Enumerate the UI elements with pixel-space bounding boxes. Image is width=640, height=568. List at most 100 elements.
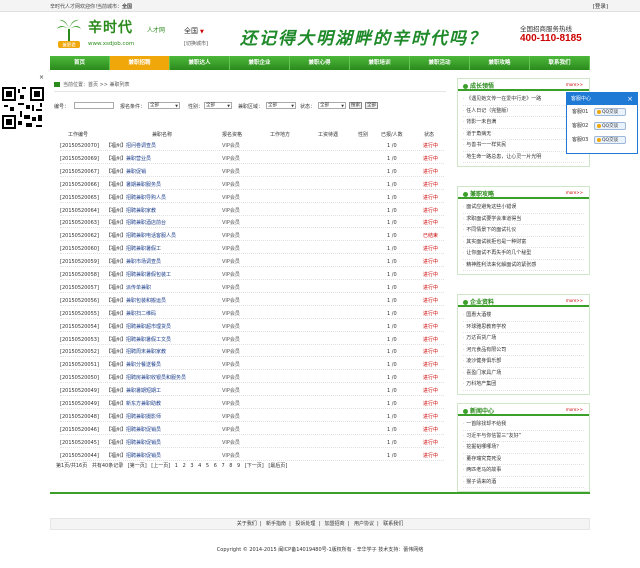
job-title[interactable]: 【福州】兼职市场调查员: [106, 257, 161, 267]
job-title[interactable]: 【福州】招聘兼职暑假包装工: [106, 270, 171, 280]
nav-activities[interactable]: 兼职活动: [410, 56, 470, 70]
city-value[interactable]: 全国: [122, 4, 132, 10]
page-4[interactable]: 4: [198, 463, 201, 469]
table-row[interactable]: [20150520052] 【福州】招聘周末兼职家教 VIP会员 1 /0 进行中: [60, 347, 444, 358]
qq-chat-button[interactable]: QQ交谈: [594, 108, 626, 116]
table-row[interactable]: [20150520045] 【福州】招聘兼职促销员 VIP会员 1 /0 进行中: [60, 438, 444, 448]
breadcrumb-text[interactable]: 当前位置：首页 >> 兼职列表: [63, 82, 130, 88]
page-1[interactable]: 1: [175, 463, 178, 469]
page-9[interactable]: 9: [237, 463, 240, 469]
last-page-link[interactable]: [最后页]: [268, 463, 287, 469]
job-title[interactable]: 【福州】招聘周末兼职家教: [106, 347, 166, 357]
list-item[interactable]: 董存瑞究竟死没: [463, 454, 584, 465]
list-item[interactable]: 凌沙健身俱乐部: [463, 356, 584, 368]
table-row[interactable]: [20150520064] 【福州】招聘兼职家教 VIP会员 1 /0 进行中: [60, 206, 444, 216]
sidebar-companies-more[interactable]: more>>: [566, 298, 583, 303]
table-row[interactable]: [20150520048] 【福州】招聘兼职摄影师 VIP会员 1 /0 进行中: [60, 412, 444, 422]
list-item[interactable]: 精神胜利法来化解面试的紧张感: [463, 260, 584, 271]
page-3[interactable]: 3: [190, 463, 193, 469]
type-select[interactable]: 全部 ▼: [148, 102, 180, 109]
job-title[interactable]: 【福州】新东方兼职助教: [106, 399, 161, 409]
job-title[interactable]: 【福州】兼职扫二维码: [106, 309, 156, 319]
nav-training[interactable]: 兼职培训: [350, 56, 410, 70]
status-select[interactable]: 全部 ▼: [318, 102, 346, 109]
footer-link[interactable]: 新手指南: [263, 521, 289, 527]
table-row[interactable]: [20150520059] 【福州】兼职市场调查员 VIP会员 1 /0 进行中: [60, 257, 444, 268]
table-row[interactable]: [20150520060] 【福州】招聘兼职暑假工 VIP会员 1 /0 进行中: [60, 244, 444, 255]
job-title[interactable]: 【福州】招聘兼职超市理货员: [106, 322, 171, 332]
first-page-link[interactable]: [第一页]: [128, 463, 147, 469]
nav-experience[interactable]: 兼职心得: [290, 56, 350, 70]
list-item[interactable]: 河元食品有限公司: [463, 345, 584, 356]
nav-talents[interactable]: 兼职达人: [170, 56, 230, 70]
job-title-text[interactable]: 招聘兼职促销员: [126, 440, 161, 446]
table-row[interactable]: [20150520056] 【福州】兼职包装和搬运员 VIP会员 1 /0 进行中: [60, 296, 444, 306]
job-title[interactable]: 【福州】兼职暑期短期工: [106, 386, 161, 396]
all-button[interactable]: 全部: [365, 102, 378, 109]
footer-link[interactable]: 联系我们: [380, 521, 406, 527]
table-row[interactable]: [20150520049] 【福州】新东方兼职助教 VIP会员 1 /0 进行中: [60, 399, 444, 409]
job-title-text[interactable]: 兼职暑期短期工: [126, 388, 161, 394]
nav-companies[interactable]: 兼职企业: [230, 56, 290, 70]
prev-page-link[interactable]: [上一页]: [151, 463, 170, 469]
close-icon[interactable]: ×: [627, 93, 633, 105]
sidebar-news-more[interactable]: more>>: [566, 407, 583, 412]
job-title-text[interactable]: 兼职营业员: [126, 156, 151, 162]
next-page-link[interactable]: [下一页]: [245, 463, 264, 469]
table-row[interactable]: [20150520050] 【福州】招聘房兼职收银员和服务员 VIP会员 1 /0 进行…: [60, 373, 444, 384]
list-item[interactable]: 其实面试就拒也是一种财富: [463, 237, 584, 248]
list-item[interactable]: 国惠大酒楼: [463, 310, 584, 322]
job-title[interactable]: 【福州】兼职营业员: [106, 154, 151, 164]
job-title-text[interactable]: 招聘兼职酒店前台: [126, 220, 166, 226]
job-title-text[interactable]: 招聘兼职暑假工文员: [126, 337, 171, 343]
list-item[interactable]: 面试应避免这些小错误: [463, 202, 584, 214]
job-title-text[interactable]: 招聘兼职促销员: [126, 427, 161, 433]
table-row[interactable]: [20150520062] 【福州】招聘兼职电话客服人员 VIP会员 1 /0 已结束: [60, 231, 444, 242]
job-title-text[interactable]: 兼职市场调查员: [126, 259, 161, 265]
table-row[interactable]: [20150520049] 【福州】兼职暑期短期工 VIP会员 1 /0 进行中: [60, 386, 444, 397]
page-5[interactable]: 5: [206, 463, 209, 469]
job-title-text[interactable]: 招聘兼职暑假包装工: [126, 272, 171, 278]
job-title-text[interactable]: 招聘兼职超市理货员: [126, 324, 171, 330]
job-title[interactable]: 【福州】兼职包装和搬运员: [106, 296, 166, 306]
job-title[interactable]: 【福州】招聘房兼职收银员和服务员: [106, 373, 186, 383]
job-title[interactable]: 【福州】暑期兼职服务员: [106, 180, 161, 190]
switch-city-link[interactable]: [切换城市]: [184, 40, 208, 47]
job-title[interactable]: 【福州】招聘兼职导购人员: [106, 193, 166, 203]
list-item[interactable]: 不同情景下的面试礼仪: [463, 225, 584, 237]
list-item[interactable]: 万科地产集团: [463, 379, 584, 391]
table-row[interactable]: [20150520058] 【福州】招聘兼职暑假包装工 VIP会员 1 /0 进行中: [60, 270, 444, 280]
logo-name[interactable]: 辛时代: [88, 17, 133, 37]
job-title[interactable]: 【福州】招聘兼职摄影师: [106, 412, 161, 422]
job-title-text[interactable]: 招聘兼职摄影师: [126, 414, 161, 420]
table-row[interactable]: [20150520044] 【福州】招聘兼职促销员 VIP会员 1 /0 进行中: [60, 451, 444, 461]
login-link[interactable]: [登录]: [593, 2, 608, 10]
job-title-text[interactable]: 兼职包装和搬运员: [126, 298, 166, 304]
list-item[interactable]: 猴子请来的酒: [463, 477, 584, 488]
list-item[interactable]: 万达百货广场: [463, 333, 584, 345]
qq-chat-button[interactable]: QQ交谈: [594, 122, 626, 130]
list-item[interactable]: 挖掘韬哪哪场？: [463, 442, 584, 454]
table-row[interactable]: [20150520070] 【福州】招问卷调查员 VIP会员 1 /0 进行中: [60, 141, 444, 151]
job-title-text[interactable]: 招问卷调查员: [126, 143, 156, 149]
job-title-text[interactable]: 新东方兼职助教: [126, 401, 161, 407]
job-title[interactable]: 【福州】兼职分餐送餐员: [106, 360, 161, 370]
qq-chat-button[interactable]: QQ交谈: [594, 136, 626, 144]
list-item[interactable]: 求职面试要学会准道得当: [463, 214, 584, 225]
job-title[interactable]: 【福州】招聘兼职促销员: [106, 451, 161, 461]
job-title-text[interactable]: 招聘房兼职收银员和服务员: [126, 375, 186, 381]
page-7[interactable]: 7: [221, 463, 224, 469]
table-row[interactable]: [20150520057] 【福州】派传单兼职 VIP会员 1 /0 进行中: [60, 283, 444, 293]
job-title-text[interactable]: 招聘兼职导购人员: [126, 195, 166, 201]
table-row[interactable]: [20150520069] 【福州】兼职营业员 VIP会员 1 /0 进行中: [60, 154, 444, 164]
table-row[interactable]: [20150520054] 【福州】招聘兼职超市理货员 VIP会员 1 /0 进行中: [60, 322, 444, 332]
table-row[interactable]: [20150520065] 【福州】招聘兼职导购人员 VIP会员 1 /0 进行中: [60, 193, 444, 203]
job-title-text[interactable]: 招聘兼职电话客服人员: [126, 233, 176, 239]
job-title-text[interactable]: 暑期兼职服务员: [126, 182, 161, 188]
job-title[interactable]: 【福州】招问卷调查员: [106, 141, 156, 151]
page-8[interactable]: 8: [229, 463, 232, 469]
job-title[interactable]: 【福州】招聘兼职暑假工: [106, 244, 161, 254]
table-row[interactable]: [20150520053] 【福州】招聘兼职暑假工文员 VIP会员 1 /0 进行中: [60, 335, 444, 345]
table-row[interactable]: [20150520067] 【福州】兼职促销 VIP会员 1 /0 进行中: [60, 167, 444, 177]
job-title-text[interactable]: 招聘兼职暑假工: [126, 246, 161, 252]
